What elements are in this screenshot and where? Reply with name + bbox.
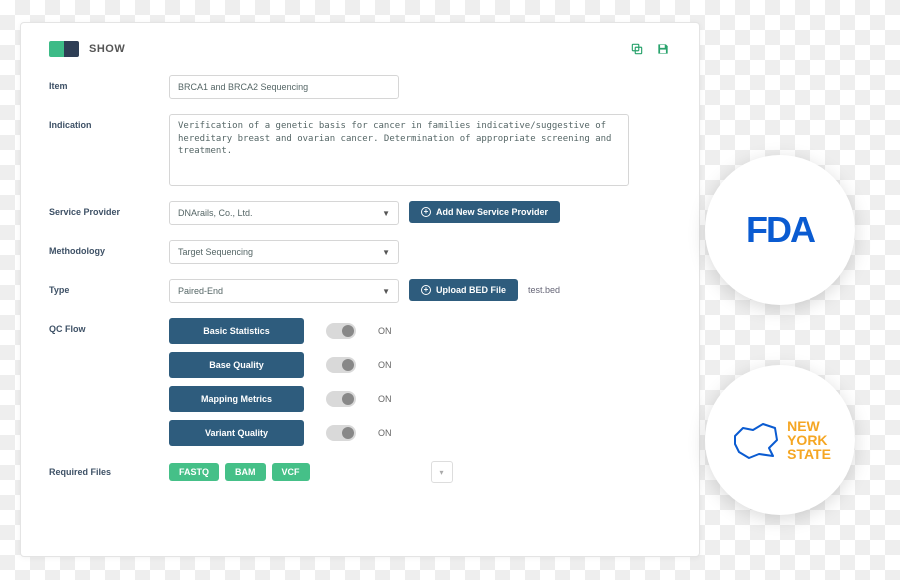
form-panel: SHOW Item Indication Verification of a g… [20,22,700,557]
service-provider-label: Service Provider [49,201,169,217]
qc-item: Basic Statistics ON [169,318,392,344]
save-icon[interactable] [655,41,671,57]
qc-basic-statistics-button[interactable]: Basic Statistics [169,318,304,344]
qc-item: Base Quality ON [169,352,392,378]
plus-icon: + [421,285,431,295]
qc-mapping-metrics-button[interactable]: Mapping Metrics [169,386,304,412]
methodology-label: Methodology [49,240,169,256]
methodology-value: Target Sequencing [178,247,253,257]
nys-map-icon [729,418,781,462]
tag-fastq[interactable]: FASTQ [169,463,219,481]
required-files-label: Required Files [49,461,169,477]
panel-header: SHOW [49,41,671,57]
item-label: Item [49,75,169,91]
add-service-provider-label: Add New Service Provider [436,207,548,217]
tag-bam[interactable]: BAM [225,463,266,481]
qc-base-quality-button[interactable]: Base Quality [169,352,304,378]
service-provider-value: DNArails, Co., Ltd. [178,208,253,218]
required-files-dropdown[interactable]: ▾ [431,461,453,483]
add-service-provider-button[interactable]: + Add New Service Provider [409,201,560,223]
qc-mapping-metrics-toggle[interactable] [326,391,356,407]
methodology-select[interactable]: Target Sequencing ▼ [169,240,399,264]
chevron-down-icon: ▼ [382,287,390,296]
chevron-down-icon: ▼ [382,209,390,218]
qc-state: ON [378,360,392,370]
upload-bed-label: Upload BED File [436,285,506,295]
service-provider-select[interactable]: DNArails, Co., Ltd. ▼ [169,201,399,225]
qc-flow-list: Basic Statistics ON Base Quality ON Mapp… [169,318,392,446]
qc-variant-quality-toggle[interactable] [326,425,356,441]
qc-variant-quality-button[interactable]: Variant Quality [169,420,304,446]
item-input[interactable] [169,75,399,99]
show-toggle[interactable] [49,41,79,57]
type-label: Type [49,279,169,295]
chevron-down-icon: ▾ [440,468,444,477]
qc-base-quality-toggle[interactable] [326,357,356,373]
qc-item: Mapping Metrics ON [169,386,392,412]
upload-bed-button[interactable]: + Upload BED File [409,279,518,301]
fda-badge: FDA [705,155,855,305]
type-value: Paired-End [178,286,223,296]
new-york-state-badge: NEW YORK STATE [705,365,855,515]
tag-vcf[interactable]: VCF [272,463,310,481]
copy-icon[interactable] [629,41,645,57]
qc-state: ON [378,428,392,438]
qc-basic-statistics-toggle[interactable] [326,323,356,339]
plus-icon: + [421,207,431,217]
qc-state: ON [378,326,392,336]
panel-title: SHOW [89,43,125,55]
bed-file-name: test.bed [528,279,560,295]
required-files-tags: FASTQ BAM VCF ▾ [169,461,453,483]
qc-flow-label: QC Flow [49,318,169,334]
fda-logo: FDA [746,209,814,251]
nys-text: NEW YORK STATE [787,419,831,461]
indication-label: Indication [49,114,169,130]
type-select[interactable]: Paired-End ▼ [169,279,399,303]
qc-item: Variant Quality ON [169,420,392,446]
chevron-down-icon: ▼ [382,248,390,257]
qc-state: ON [378,394,392,404]
indication-textarea[interactable]: Verification of a genetic basis for canc… [169,114,629,186]
